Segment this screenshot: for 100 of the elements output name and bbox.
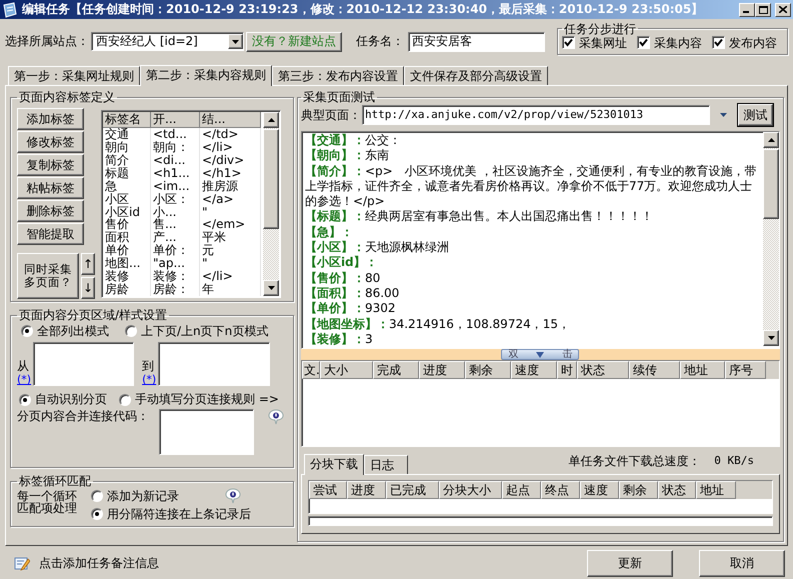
close-button[interactable] (775, 2, 791, 16)
wildcard-link[interactable]: (*) (142, 373, 156, 386)
tag-button[interactable]: 添加标签 (17, 108, 84, 130)
checkbox[interactable] (712, 36, 725, 50)
table-cell: 面积 (103, 231, 151, 244)
radio-label: 上下页/上n页下n页模式 (141, 324, 268, 338)
move-down-button[interactable]: ↓ (81, 277, 95, 299)
column-header[interactable]: 序号 (724, 361, 766, 379)
radio-button[interactable] (21, 325, 33, 338)
radio-button[interactable] (119, 394, 131, 406)
tag-button[interactable]: 智能提取 (17, 223, 84, 245)
from-field[interactable] (33, 342, 134, 386)
column-header[interactable]: 大小 (320, 361, 373, 379)
dialog-button[interactable]: 更新 (587, 550, 673, 576)
tab[interactable]: 文件保存及部分高级设置 (404, 66, 548, 85)
scroll-up-button[interactable] (763, 132, 779, 148)
column-header[interactable]: 地址 (680, 361, 725, 379)
column-header[interactable]: 状态 (576, 361, 629, 379)
result-line: 【朝向】：东南 (304, 148, 390, 164)
checkbox[interactable] (637, 36, 650, 50)
column-header[interactable]: 起点 (502, 481, 541, 499)
task-name-input[interactable]: 西安安居客 (408, 32, 545, 52)
tab[interactable]: 第一步：采集网址规则 (8, 66, 140, 85)
column-header[interactable]: 尝试 (308, 481, 347, 499)
note-icon[interactable] (14, 555, 30, 571)
table-cell: 小... (151, 206, 200, 218)
table-cell: 房龄： (151, 283, 200, 296)
result-line: 【小区id】： (304, 255, 379, 271)
column-header[interactable]: 已完成 (386, 481, 439, 499)
maximize-button[interactable] (755, 2, 771, 16)
tag-button[interactable]: 复制标签 (17, 154, 84, 176)
multi-page-button[interactable]: 同时采集多页面？ (17, 253, 79, 299)
table-cell: </div> (200, 154, 261, 167)
column-header[interactable]: 进度 (346, 481, 386, 499)
column-header[interactable]: 续传 (628, 361, 680, 379)
test-button[interactable]: 测试 (738, 104, 773, 126)
site-select[interactable]: 西安经纪人 [id=2] (91, 32, 244, 51)
column-header[interactable]: 开... (151, 112, 200, 128)
merge-label: 分页内容合并连接代码： (17, 408, 150, 425)
column-header[interactable]: 速度 (510, 361, 557, 379)
table-cell: 小区id (103, 206, 151, 218)
tab[interactable]: 第三步：发布内容设置 (272, 66, 404, 85)
add-note-link[interactable]: 点击添加任务备注信息 (39, 556, 159, 570)
move-up-button[interactable]: ↑ (81, 253, 95, 275)
loop-label: 每一个循环匹配项处理 (17, 490, 78, 517)
wildcard-link[interactable]: (*) (17, 373, 32, 386)
radio-button[interactable] (91, 508, 103, 520)
column-header[interactable]: 剩余 (618, 481, 658, 499)
to-field[interactable] (158, 342, 270, 386)
tag-button[interactable]: 粘帖标签 (17, 177, 84, 199)
table-cell: 交通 (103, 128, 151, 141)
radio-button[interactable] (125, 325, 137, 338)
column-header[interactable]: 文. (302, 361, 320, 379)
table-cell: </li> (200, 270, 261, 284)
scroll-down-button[interactable] (763, 330, 779, 346)
app-icon (2, 2, 18, 18)
scrollbar-thumb[interactable] (263, 129, 279, 229)
table-cell: 单价 (103, 244, 151, 258)
checkbox[interactable] (562, 36, 575, 50)
column-header[interactable]: 完成 (372, 361, 419, 379)
column-header[interactable]: 剩余 (464, 361, 511, 379)
help-icon[interactable] (268, 408, 284, 425)
column-header[interactable]: 终点 (540, 481, 580, 499)
column-header[interactable]: 速度 (580, 481, 619, 499)
window-title: 编辑任务【任务创建时间：2010-12-9 23:19:23，修改：2010-12-12 23:30:40，最后采集：2010-12-9 23:50:05】 (22, 2, 704, 17)
column-header[interactable]: 时 (556, 361, 577, 379)
table-cell: " (200, 257, 261, 270)
table-cell: 平米 (200, 231, 261, 244)
splitter-handle[interactable]: 双 击 (501, 349, 580, 360)
column-header[interactable]: 结... (200, 112, 261, 128)
table-cell: 简介 (103, 154, 151, 167)
scroll-up-button[interactable] (263, 112, 279, 128)
site-label: 选择所属站点： (5, 34, 89, 49)
tag-button[interactable]: 修改标签 (17, 131, 84, 153)
column-header[interactable]: 进度 (418, 361, 465, 379)
radio-button[interactable] (91, 490, 103, 502)
tab[interactable]: 分块下载 (304, 454, 364, 475)
merge-code-field[interactable] (159, 408, 254, 455)
url-field[interactable]: http://xa.anjuke.com/v2/prop/view/52301013 (362, 105, 710, 125)
help-icon[interactable] (225, 488, 241, 504)
tab[interactable]: 第二步：采集内容规则 (140, 64, 272, 86)
tab[interactable]: 日志 (364, 454, 408, 474)
scrollbar-thumb[interactable] (763, 149, 779, 219)
radio-button[interactable] (19, 394, 31, 406)
minimize-button[interactable] (739, 2, 755, 16)
column-header[interactable]: 地址 (696, 481, 736, 499)
tag-button[interactable]: 删除标签 (17, 200, 84, 222)
table-cell: 小区 (103, 192, 151, 206)
splitter-bar[interactable]: 双 击 (300, 349, 780, 360)
column-header[interactable]: 状态 (658, 481, 696, 499)
table-cell: 售... (151, 218, 200, 232)
field-label: 到 (142, 358, 156, 374)
group-title: 页面内容分页区域/样式设置 (18, 308, 168, 322)
scroll-down-button[interactable] (263, 280, 279, 296)
dialog-button[interactable]: 取消 (699, 550, 785, 576)
radio-label: 自动识别分页 (35, 392, 107, 407)
column-header[interactable]: 分块大小 (438, 481, 502, 499)
column-header[interactable]: 标签名 (103, 112, 151, 128)
table-cell: 标题 (103, 166, 151, 180)
new-site-button[interactable]: 没有？新建站点 (246, 32, 342, 52)
